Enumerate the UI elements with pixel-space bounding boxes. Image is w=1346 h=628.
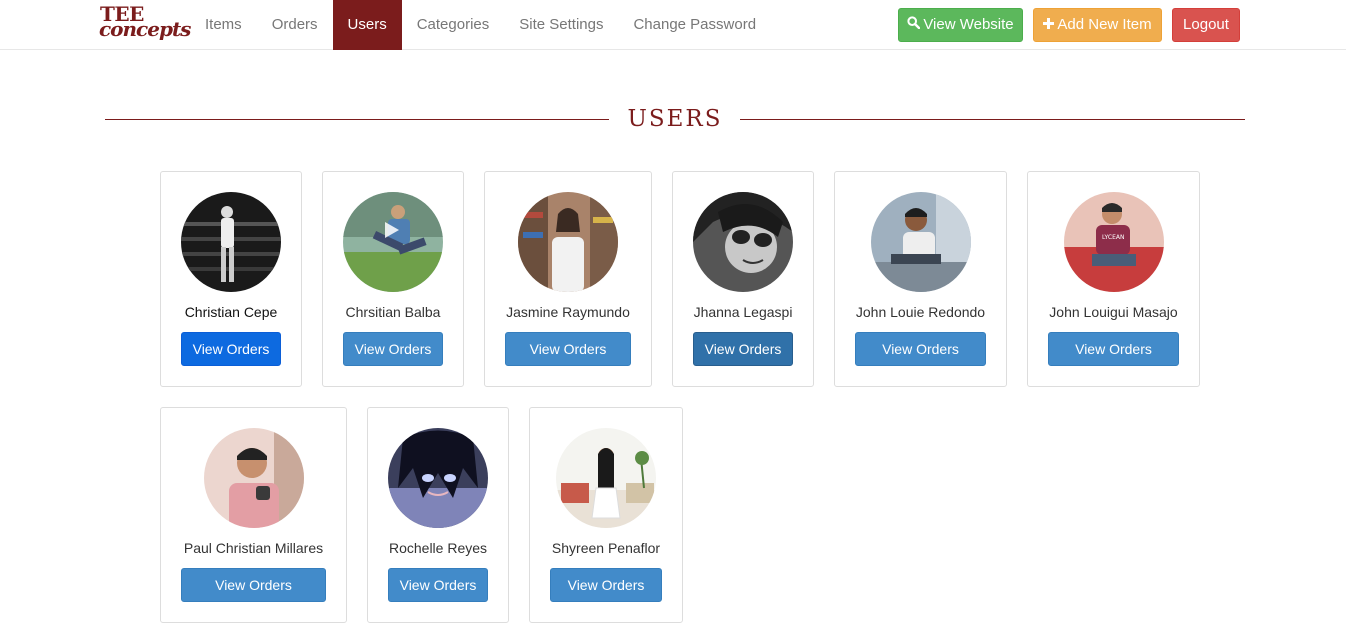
view-orders-button[interactable]: View Orders <box>505 332 631 366</box>
view-orders-button[interactable]: View Orders <box>550 568 662 602</box>
view-orders-button[interactable]: View Orders <box>343 332 443 366</box>
add-new-item-button[interactable]: Add New Item <box>1033 8 1162 42</box>
user-card: John Louie Redondo View Orders <box>834 171 1007 387</box>
nav-item-orders[interactable]: Orders <box>257 0 333 50</box>
view-orders-button[interactable]: View Orders <box>388 568 488 602</box>
avatar <box>204 428 304 528</box>
user-name: Shyreen Penaflor <box>551 540 661 556</box>
user-name: Chrsitian Balba <box>345 304 441 320</box>
avatar <box>343 192 443 292</box>
user-card: Shyreen Penaflor View Orders <box>529 407 683 623</box>
user-card: Jhanna Legaspi View Orders <box>672 171 814 387</box>
view-website-label: View Website <box>923 16 1014 33</box>
view-orders-button[interactable]: View Orders <box>1048 332 1179 366</box>
brand-logo-line2: concepts <box>99 17 191 41</box>
user-name: Paul Christian Millares <box>183 540 324 556</box>
avatar <box>181 192 281 292</box>
user-card: Christian Cepe View Orders <box>160 171 302 387</box>
avatar <box>871 192 971 292</box>
avatar: LYCEAN <box>1064 192 1164 292</box>
view-website-button[interactable]: View Website <box>898 8 1023 42</box>
user-card: Chrsitian Balba View Orders <box>322 171 464 387</box>
view-orders-button[interactable]: View Orders <box>855 332 986 366</box>
svg-text:LYCEAN: LYCEAN <box>1102 234 1124 241</box>
main-nav: Items Orders Users Categories Site Setti… <box>190 0 771 50</box>
navbar: TEE concepts Items Orders Users Categori… <box>0 0 1346 50</box>
avatar <box>556 428 656 528</box>
nav-item-change-password[interactable]: Change Password <box>618 0 771 50</box>
nav-item-categories[interactable]: Categories <box>402 0 505 50</box>
user-name: John Louie Redondo <box>855 304 986 320</box>
title-divider-left <box>105 119 609 120</box>
user-card: Rochelle Reyes View Orders <box>367 407 509 623</box>
user-name: Christian Cepe <box>184 304 278 320</box>
plus-icon <box>1043 9 1055 41</box>
user-card: Jasmine Raymundo View Orders <box>484 171 652 387</box>
search-icon <box>907 9 921 41</box>
user-name: John Louigui Masajo <box>1049 304 1178 320</box>
user-card: LYCEAN John Louigui Masajo View Orders <box>1027 171 1200 387</box>
logout-button[interactable]: Logout <box>1172 8 1240 42</box>
title-divider-right <box>740 119 1245 120</box>
nav-item-items[interactable]: Items <box>190 0 257 50</box>
user-name: Jhanna Legaspi <box>693 304 793 320</box>
user-card: Paul Christian Millares View Orders <box>160 407 347 623</box>
view-orders-button[interactable]: View Orders <box>693 332 793 366</box>
nav-item-users[interactable]: Users <box>332 0 402 50</box>
avatar <box>693 192 793 292</box>
user-name: Rochelle Reyes <box>388 540 488 556</box>
page-title: USERS <box>627 106 723 132</box>
brand-logo[interactable]: TEE concepts <box>99 3 191 47</box>
avatar <box>388 428 488 528</box>
nav-item-site-settings[interactable]: Site Settings <box>504 0 618 50</box>
add-new-item-label: Add New Item <box>1057 16 1152 33</box>
view-orders-button[interactable]: View Orders <box>181 332 281 366</box>
avatar <box>518 192 618 292</box>
user-name: Jasmine Raymundo <box>506 304 630 320</box>
view-orders-button[interactable]: View Orders <box>181 568 326 602</box>
